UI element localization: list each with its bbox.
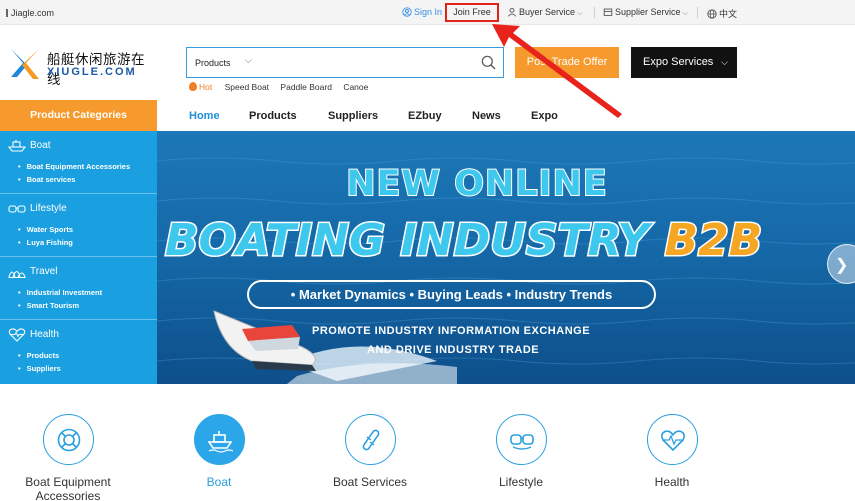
divider — [697, 7, 698, 18]
category-label: Boat — [206, 475, 232, 489]
category-label: Health — [654, 475, 690, 489]
category-tile-lifestyle[interactable]: Lifestyle — [466, 414, 576, 489]
hot-keyword[interactable]: Speed Boat — [225, 82, 269, 92]
hot-keyword[interactable]: Paddle Board — [280, 82, 332, 92]
nav-ezbuy[interactable]: EZbuy — [408, 110, 442, 122]
globe-icon — [707, 9, 717, 19]
category-icon-circle — [193, 414, 245, 465]
opera-house-icon — [8, 270, 26, 279]
hot-keywords: Hot Speed Boat Paddle Board Canoe — [189, 82, 377, 92]
sidebar-subitem[interactable]: Smart Tourism — [18, 301, 79, 310]
category-icon-circle — [646, 414, 698, 465]
goggles-icon — [8, 205, 26, 213]
nav-suppliers[interactable]: Suppliers — [328, 110, 378, 122]
heart-icon — [8, 328, 26, 342]
sidebar-item-health[interactable]: Health — [30, 329, 59, 340]
buyer-service-menu[interactable]: Buyer Service ⌵ — [507, 7, 582, 18]
hot-label: Hot — [189, 82, 212, 92]
sidebar-subitem[interactable]: Industrial Investment — [18, 288, 102, 297]
nav-news[interactable]: News — [472, 110, 501, 122]
sidebar-subitem[interactable]: Boat services — [18, 175, 76, 184]
boat-icon — [207, 431, 233, 453]
sign-in-link[interactable]: Sign In — [402, 7, 442, 17]
flame-icon — [189, 82, 197, 91]
user-icon — [507, 7, 517, 17]
tools-icon — [362, 429, 379, 451]
nav-products[interactable]: Products — [249, 110, 297, 122]
divider — [594, 7, 595, 18]
hero-banner[interactable]: NEW ONLINE BOATING INDUSTRY B2B • Market… — [157, 131, 855, 384]
category-icon-circle — [42, 414, 94, 465]
chevron-down-icon: ⌵ — [682, 10, 688, 17]
category-icon-circle — [495, 414, 547, 465]
nav-home[interactable]: Home — [189, 110, 220, 122]
product-categories-header[interactable]: Product Categories — [0, 100, 157, 131]
main-nav: Home Products Suppliers EZbuy News Expo — [157, 100, 855, 131]
banner-tagline: • Market Dynamics • Buying Leads • Indus… — [247, 280, 656, 309]
sidebar-subitem[interactable]: Luya Fishing — [18, 238, 73, 247]
language-switch[interactable]: 中文 — [707, 7, 737, 20]
search-input[interactable] — [267, 54, 467, 72]
chevron-right-icon: ❯ — [835, 257, 849, 274]
sidebar-subitem[interactable]: Water Sports — [18, 225, 73, 234]
search-icon[interactable] — [481, 55, 496, 70]
logo-mark-icon — [11, 49, 39, 79]
boat-icon — [8, 140, 26, 152]
sidebar-subitem[interactable]: Suppliers — [18, 364, 61, 373]
banner-title-line1: NEW ONLINE — [345, 163, 608, 205]
banner-subtext-line2: AND DRIVE INDUSTRY TRADE — [367, 344, 540, 356]
heart-pulse-icon — [660, 430, 685, 452]
sidebar-subitem[interactable]: Boat Equipment Accessories — [18, 162, 131, 171]
sidebar-subitem[interactable]: Products — [18, 351, 60, 360]
user-circle-icon — [402, 7, 412, 17]
search-category-select[interactable]: Products — [195, 58, 231, 68]
nav-expo[interactable]: Expo — [531, 110, 558, 122]
expo-services-button[interactable]: Expo Services ⌵ — [631, 47, 737, 78]
sidebar-group-boat: Boat Boat Equipment Accessories Boat ser… — [0, 131, 157, 194]
hot-keyword[interactable]: Canoe — [343, 82, 368, 92]
sidebar-group-health: Health Products Suppliers — [0, 320, 157, 383]
banner-subtext-line1: PROMOTE INDUSTRY INFORMATION EXCHANGE — [312, 325, 591, 337]
category-label: Lifestyle — [498, 475, 544, 489]
category-tile-boat-equipment[interactable]: Boat Equipment Accessories — [13, 414, 123, 501]
category-label: Boat Services — [332, 475, 408, 489]
category-sidebar: Boat Boat Equipment Accessories Boat ser… — [0, 131, 157, 384]
speedboat-image — [213, 310, 316, 371]
chevron-down-icon: ⌵ — [577, 10, 583, 17]
logo-english-text: XIUGLE.COM — [47, 66, 137, 78]
chevron-down-icon[interactable]: ⌵ — [245, 55, 252, 66]
sidebar-item-boat[interactable]: Boat — [30, 140, 51, 151]
store-icon — [603, 8, 613, 16]
sidebar-group-travel: Travel Industrial Investment Smart Touri… — [0, 257, 157, 320]
banner-title-highlight: B2B — [663, 214, 764, 268]
top-bar: Jiagle.com Sign In Join Free Buyer Servi… — [0, 0, 855, 25]
join-free-button[interactable]: Join Free — [445, 3, 499, 22]
site-logo[interactable]: 船艇休闲旅游在线 XIUGLE.COM — [9, 45, 149, 87]
search-box: Products ⌵ — [186, 47, 504, 78]
sidebar-group-lifestyle: Lifestyle Water Sports Luya Fishing — [0, 194, 157, 257]
category-icon-circle — [344, 414, 396, 465]
category-tile-boat-services[interactable]: Boat Services — [315, 414, 425, 489]
goggles-icon — [509, 434, 534, 450]
category-tile-boat[interactable]: Boat — [164, 414, 274, 489]
banner-title-line2: BOATING INDUSTRY B2B — [163, 214, 764, 268]
sidebar-item-travel[interactable]: Travel — [30, 266, 57, 277]
chevron-down-icon: ⌵ — [721, 57, 728, 67]
site-link[interactable]: Jiagle.com — [6, 8, 54, 18]
supplier-service-menu[interactable]: Supplier Service ⌵ — [603, 7, 688, 18]
post-trade-offer-button[interactable]: Post Trade Offer — [515, 47, 619, 78]
lifebuoy-icon — [57, 428, 80, 452]
sidebar-item-lifestyle[interactable]: Lifestyle — [30, 203, 67, 214]
category-tile-health[interactable]: Health — [617, 414, 727, 489]
category-label: Boat Equipment Accessories — [25, 475, 111, 501]
